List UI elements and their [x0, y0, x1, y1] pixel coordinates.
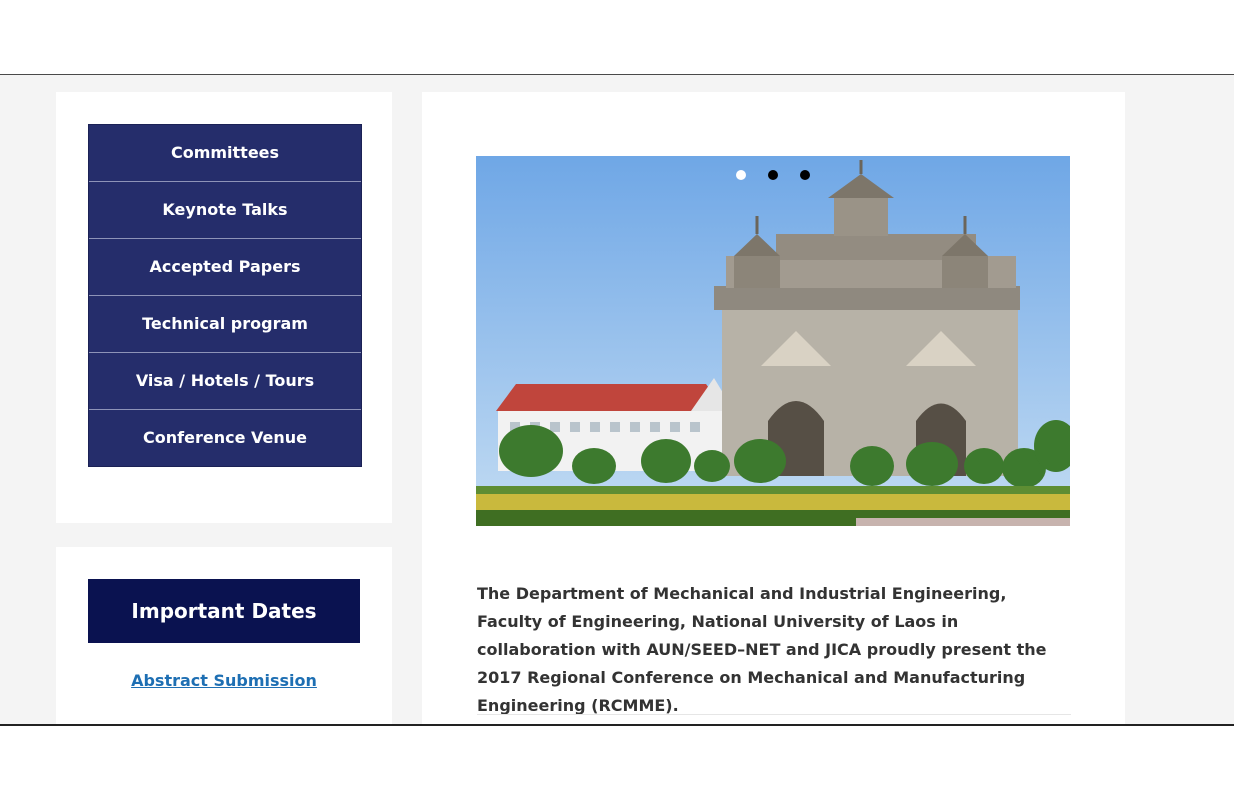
main-content-card: The Department of Mechanical and Industr… — [422, 92, 1125, 724]
slider-dot-1[interactable] — [736, 170, 746, 180]
slider-dot-2[interactable] — [768, 170, 778, 180]
content-area: Committees Keynote Talks Accepted Papers… — [0, 75, 1234, 724]
important-dates-title: Important Dates — [88, 579, 360, 643]
slider-dots — [476, 165, 1070, 184]
sidebar-item-keynote-talks[interactable]: Keynote Talks — [89, 182, 361, 239]
sidebar-item-visa-hotels-tours[interactable]: Visa / Hotels / Tours — [89, 353, 361, 410]
important-dates-card: Important Dates Abstract Submission — [56, 547, 392, 724]
sidebar-menu-card: Committees Keynote Talks Accepted Papers… — [56, 92, 392, 523]
slider-dot-3[interactable] — [800, 170, 810, 180]
content-divider — [477, 714, 1071, 715]
intro-paragraph: The Department of Mechanical and Industr… — [477, 584, 1047, 715]
image-slider[interactable] — [476, 156, 1070, 526]
sidebar-item-conference-venue[interactable]: Conference Venue — [89, 410, 361, 466]
sidebar-item-technical-program[interactable]: Technical program — [89, 296, 361, 353]
sidebar-menu: Committees Keynote Talks Accepted Papers… — [88, 124, 362, 467]
top-bar — [0, 0, 1234, 74]
slide-image-patuxai — [476, 156, 1070, 526]
abstract-submission-link[interactable]: Abstract Submission — [88, 671, 360, 690]
sidebar-item-committees[interactable]: Committees — [89, 125, 361, 182]
sidebar-item-accepted-papers[interactable]: Accepted Papers — [89, 239, 361, 296]
bottom-bar — [0, 726, 1234, 800]
